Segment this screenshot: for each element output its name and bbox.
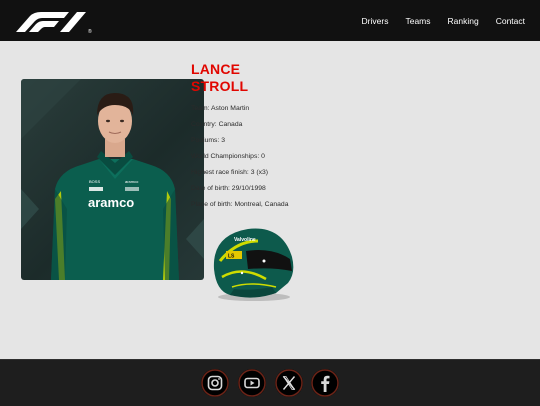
- nav-teams-link[interactable]: Teams: [405, 16, 430, 26]
- driver-info-list: Team: Aston Martin Country: Canada Podiu…: [191, 101, 288, 213]
- helmet-image: Valvoline LS: [206, 221, 300, 303]
- info-country: Country: Canada: [191, 121, 243, 128]
- top-navigation-bar: ® Drivers Teams Ranking Contact: [0, 0, 540, 41]
- nav-drivers-link[interactable]: Drivers: [362, 16, 389, 26]
- svg-text:BOSS: BOSS: [89, 179, 100, 184]
- driver-last-name: STROLL: [191, 78, 249, 94]
- footer: [0, 359, 540, 406]
- x-icon[interactable]: [275, 369, 303, 397]
- nav-contact-link[interactable]: Contact: [496, 16, 525, 26]
- nav-ranking-link[interactable]: Ranking: [448, 16, 479, 26]
- svg-text:aramco: aramco: [88, 195, 134, 210]
- info-date-of-birth: Date of birth: 29/10/1998: [191, 185, 266, 192]
- info-place-of-birth: Place of birth: Montreal, Canada: [191, 201, 289, 208]
- info-podiums: Podiums: 3: [191, 137, 226, 144]
- svg-text:Valvoline: Valvoline: [234, 237, 256, 243]
- info-world-championships: World Championships: 0: [191, 153, 265, 160]
- info-highest-race-finish: Highest race finish: 3 (x3): [191, 169, 269, 176]
- f1-logo-icon[interactable]: ®: [14, 8, 100, 35]
- svg-text:LS: LS: [228, 254, 235, 260]
- facebook-icon[interactable]: [311, 369, 339, 397]
- instagram-icon[interactable]: [201, 369, 229, 397]
- driver-name-heading: LANCE STROLL: [191, 61, 311, 95]
- svg-text:®: ®: [88, 28, 92, 34]
- driver-portrait-image: aramco BOSS aramco: [21, 79, 204, 280]
- svg-text:aramco: aramco: [125, 179, 139, 184]
- youtube-icon[interactable]: [238, 369, 266, 397]
- driver-first-name: LANCE: [191, 61, 241, 77]
- main-nav: Drivers Teams Ranking Contact: [345, 0, 525, 41]
- info-team: Team: Aston Martin: [191, 105, 250, 112]
